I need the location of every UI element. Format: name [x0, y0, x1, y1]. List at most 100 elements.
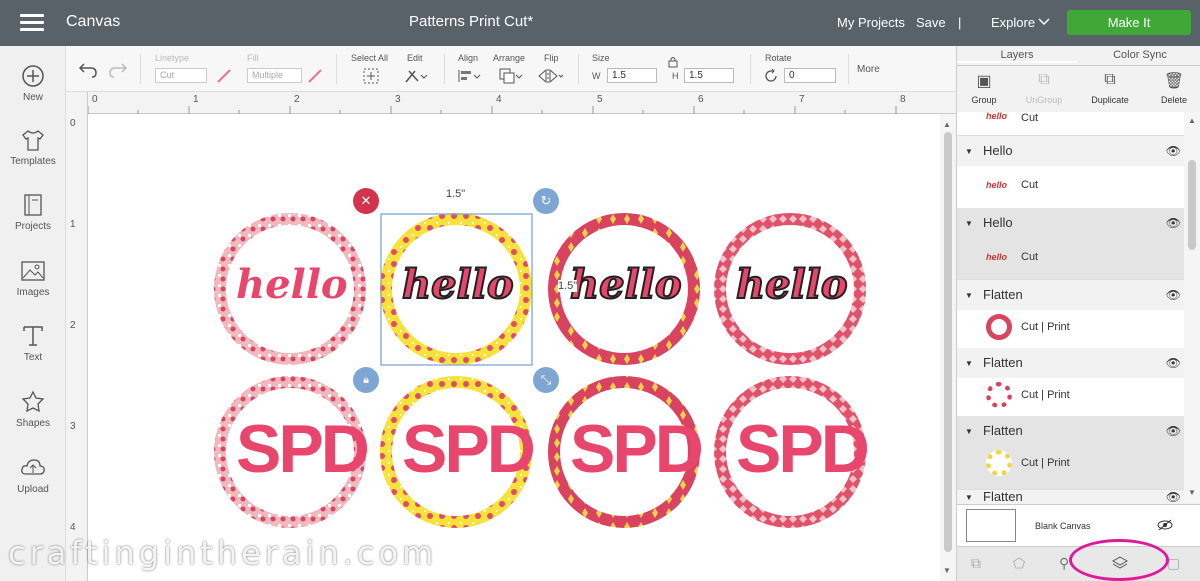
blank-canvas-label: Blank Canvas	[1035, 521, 1091, 531]
spd-monogram[interactable]: SPD	[736, 410, 870, 488]
eye-icon[interactable]: 👁︎	[1166, 356, 1181, 370]
ruler-mark: 0	[70, 118, 76, 129]
resize-handle-icon[interactable]: ⤡	[533, 367, 559, 393]
hello-text[interactable]: hello	[401, 260, 515, 309]
shapes-label: Shapes	[16, 418, 50, 429]
fill-color-swatch[interactable]	[307, 68, 323, 84]
caret-down-icon[interactable]: ▼	[965, 291, 973, 300]
text-label: Text	[23, 352, 43, 363]
fill-select[interactable]: Multiple	[247, 68, 302, 83]
edit-tools-icon[interactable]	[403, 67, 429, 85]
projects-button[interactable]: Projects	[0, 193, 66, 232]
duplicate-button[interactable]: ⧉ Duplicate	[1083, 71, 1137, 105]
layers-scrollbar[interactable]: ▲ ▼	[1184, 112, 1200, 502]
linetype-select[interactable]: Cut	[155, 68, 207, 83]
eye-hidden-icon[interactable]	[1157, 519, 1173, 531]
tab-color-sync[interactable]: Color Sync	[1079, 49, 1200, 61]
hello-text[interactable]: hello	[569, 260, 683, 309]
projects-icon	[24, 194, 42, 216]
toolbar-divider	[444, 54, 445, 84]
canvas-artwork	[214, 213, 866, 528]
rotate-handle-icon[interactable]: ↻	[533, 188, 559, 214]
explore-menu[interactable]: Explore	[991, 15, 1035, 30]
layer-group-hello[interactable]: ▼ Hello 👁︎ hello Cut	[957, 208, 1185, 280]
trash-icon: 🗑︎	[1163, 73, 1185, 90]
attach-icon[interactable]: ⚲	[1059, 555, 1069, 572]
more-button[interactable]: More	[857, 64, 880, 75]
rotate-input[interactable]: 0	[784, 68, 836, 83]
shapes-button[interactable]: Shapes	[0, 390, 66, 429]
caret-down-icon[interactable]: ▼	[965, 427, 973, 436]
caret-down-icon[interactable]: ▼	[965, 147, 973, 156]
design-canvas[interactable]: hello hello hello hello SPD SPD SPD SPD …	[88, 114, 940, 581]
caret-down-icon[interactable]: ▼	[965, 219, 973, 228]
layer-group-flatten[interactable]: ▼ Flatten 👁︎ Cut | Print	[957, 348, 1185, 416]
group-button[interactable]: ▣ Group	[957, 71, 1011, 105]
align-icon[interactable]	[456, 67, 482, 85]
upload-label: Upload	[17, 484, 49, 495]
text-button[interactable]: Text	[0, 324, 66, 363]
eye-icon[interactable]: 👁︎	[1166, 288, 1181, 302]
width-input[interactable]: 1.5	[607, 68, 657, 83]
ruler-mark: 7	[799, 94, 805, 105]
layer-group-flatten[interactable]: ▼ Flatten 👁︎ Cut | Print	[957, 416, 1185, 490]
layers-bottom-bar: ⧉ ⬠ ⚲ ▢	[957, 539, 1200, 581]
my-projects-link[interactable]: My Projects	[837, 15, 905, 30]
new-button[interactable]: New	[0, 64, 66, 103]
delete-button[interactable]: 🗑︎ Delete	[1147, 71, 1200, 105]
eye-icon[interactable]: 👁︎	[1166, 490, 1181, 504]
edit-label: Edit	[407, 53, 423, 63]
layer-group-flatten[interactable]: ▼ Flatten 👁︎	[957, 490, 1185, 504]
save-button[interactable]: Save	[916, 15, 946, 30]
tab-layers[interactable]: Layers	[957, 49, 1077, 63]
header-divider: |	[958, 15, 962, 30]
ruler-mark: 4	[496, 94, 502, 105]
height-label: H	[672, 71, 679, 81]
make-it-button[interactable]: Make It	[1067, 10, 1191, 35]
layer-group-hello[interactable]: ▼ Hello 👁︎ hello Cut	[957, 136, 1185, 208]
eye-icon[interactable]: 👁︎	[1166, 216, 1181, 230]
eye-icon[interactable]: 👁︎	[1166, 424, 1181, 438]
caret-down-icon[interactable]: ▼	[965, 493, 973, 502]
rotate-icon	[765, 68, 777, 82]
caret-down-icon[interactable]: ▼	[965, 359, 973, 368]
layer-operation: Cut	[1021, 179, 1039, 191]
contour-icon[interactable]: ▢	[1167, 555, 1180, 572]
layer-item[interactable]: hello Cut	[957, 111, 1185, 136]
lock-handle-icon[interactable]: 🔒︎	[353, 367, 379, 393]
redo-icon[interactable]	[108, 60, 128, 78]
hello-text[interactable]: hello	[236, 261, 348, 308]
undo-icon[interactable]	[78, 60, 98, 78]
select-all-button[interactable]: Select All	[351, 53, 388, 63]
blank-canvas-row[interactable]: Blank Canvas	[957, 504, 1200, 546]
arrange-icon[interactable]	[498, 67, 524, 85]
flip-icon[interactable]	[537, 67, 565, 85]
canvas-scrollbar[interactable]: ▲ ▼	[940, 114, 956, 581]
layer-group-flatten[interactable]: ▼ Flatten 👁︎ Cut | Print	[957, 280, 1185, 348]
group-icon: ▣	[976, 73, 992, 90]
toolbar-divider	[750, 54, 751, 84]
templates-button[interactable]: Templates	[0, 128, 66, 167]
eye-icon[interactable]: 👁︎	[1166, 144, 1181, 158]
delete-handle-icon[interactable]: ✕	[353, 188, 379, 214]
upload-button[interactable]: Upload	[0, 456, 66, 495]
ruler-mark: 2	[70, 320, 76, 331]
images-button[interactable]: Images	[0, 259, 66, 298]
select-all-icon[interactable]	[362, 67, 380, 85]
toolbar-divider	[848, 54, 849, 84]
layer-thumbnail: hello	[986, 180, 1008, 190]
weld-icon[interactable]: ⬠	[1013, 555, 1025, 572]
ruler-mark: 1	[193, 94, 199, 105]
spd-monogram[interactable]: SPD	[570, 410, 704, 488]
ungroup-button[interactable]: ⧉ UnGroup	[1017, 71, 1071, 105]
spd-monogram[interactable]: SPD	[236, 410, 370, 488]
lock-icon[interactable]	[668, 56, 678, 68]
menu-icon[interactable]	[20, 14, 44, 32]
linetype-color-swatch[interactable]	[216, 68, 232, 84]
spd-monogram[interactable]: SPD	[402, 410, 536, 488]
rotate-label: Rotate	[765, 53, 792, 63]
hello-text[interactable]: hello	[735, 260, 849, 309]
height-input[interactable]: 1.5	[684, 68, 734, 83]
slice-icon[interactable]: ⧉	[971, 555, 981, 572]
duplicate-label: Duplicate	[1091, 95, 1129, 105]
